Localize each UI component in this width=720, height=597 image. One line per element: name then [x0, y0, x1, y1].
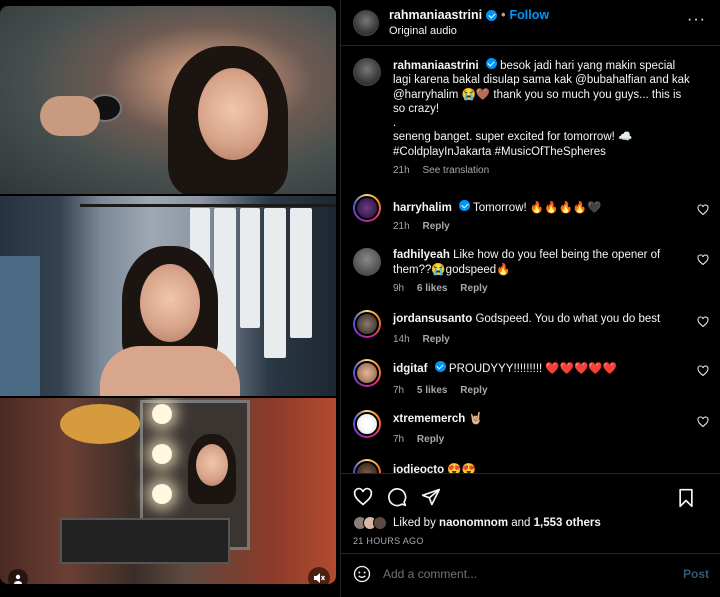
comment-username[interactable]: xtrememerch: [393, 413, 465, 425]
video-frame-bottom: [0, 398, 336, 584]
reply-button[interactable]: Reply: [460, 385, 487, 396]
comment-time[interactable]: 14h: [393, 334, 410, 345]
flowers: [60, 404, 140, 444]
comment-username[interactable]: harryhalim: [393, 202, 452, 214]
reply-button[interactable]: Reply: [422, 334, 449, 345]
commenter-avatar[interactable]: [353, 309, 381, 338]
caption-dot: .: [393, 117, 397, 130]
separator-dot: •: [501, 8, 506, 22]
mirror-light: [152, 404, 172, 424]
author-username[interactable]: rahmaniaastrini: [389, 8, 482, 22]
comment-likes[interactable]: 5 likes: [417, 385, 448, 396]
comment-time[interactable]: 9h: [393, 283, 404, 294]
cloth-item: [264, 208, 286, 358]
clothes-rack: [80, 204, 336, 207]
tagged-users-icon[interactable]: [8, 569, 28, 589]
face-shape: [196, 444, 228, 486]
like-comment-icon[interactable]: [697, 316, 709, 328]
muted-audio-icon[interactable]: [308, 567, 330, 589]
post-header: rahmaniaastrini • Follow Original audio …: [341, 0, 720, 46]
mirror-light: [152, 444, 172, 464]
video-frame-middle: [0, 196, 336, 396]
face-shape: [198, 68, 268, 160]
reply-button[interactable]: Reply: [417, 434, 444, 445]
author-avatar[interactable]: [353, 9, 379, 36]
comment-likes[interactable]: 6 likes: [417, 283, 448, 294]
reply-button[interactable]: Reply: [422, 221, 449, 232]
like-comment-icon[interactable]: [697, 416, 709, 428]
post-date[interactable]: 21 HOURS AGO: [353, 536, 709, 546]
comment-item: idgitaf PROUDYYY!!!!!!!!! ❤️❤️❤️❤️❤️ 7h …: [353, 359, 709, 396]
verified-icon: [434, 361, 446, 373]
like-comment-icon[interactable]: [697, 204, 709, 216]
cloth-item: [240, 208, 260, 328]
comment-text: Tomorrow! 🔥🔥🔥🔥🖤: [473, 202, 602, 215]
original-audio-link[interactable]: Original audio: [389, 25, 549, 37]
reply-button[interactable]: Reply: [460, 283, 487, 294]
post-actions: Liked by naonomnom and 1,553 others 21 H…: [341, 473, 720, 593]
caption-username[interactable]: rahmaniaastrini: [393, 60, 479, 72]
post-details-panel: rahmaniaastrini • Follow Original audio …: [340, 0, 720, 597]
like-comment-icon[interactable]: [697, 254, 709, 266]
commenter-avatar[interactable]: [353, 248, 381, 277]
add-comment-bar: Post: [341, 553, 720, 593]
comment-item: jordansusanto Godspeed. You do what you …: [353, 309, 709, 345]
see-translation-link[interactable]: See translation: [422, 165, 489, 176]
comment-text: PROUDYYY!!!!!!!!! ❤️❤️❤️❤️❤️: [448, 363, 617, 376]
comment-item: xtrememerch 🤘🏼 7h Reply: [353, 409, 709, 445]
comment-time[interactable]: 7h: [393, 434, 404, 445]
cloth-item: [290, 208, 312, 338]
shoulders-shape: [100, 346, 240, 396]
hand-shape: [40, 96, 100, 136]
comment-item: jodieocto 😍😍: [353, 458, 709, 473]
post-comment-button[interactable]: Post: [683, 567, 709, 581]
commenter-avatar[interactable]: [353, 194, 381, 223]
comments-list[interactable]: rahmaniaastrini besok jadi hari yang mak…: [341, 47, 720, 473]
person-arm: [0, 256, 40, 396]
like-icon[interactable]: [353, 487, 373, 507]
comment-text: 😍😍: [447, 463, 476, 473]
author-avatar[interactable]: [353, 58, 381, 86]
add-comment-input[interactable]: [383, 566, 663, 581]
comment-time[interactable]: 7h: [393, 385, 404, 396]
like-comment-icon[interactable]: [697, 365, 709, 377]
verified-icon: [486, 9, 498, 21]
commenter-avatar[interactable]: [353, 458, 381, 473]
comment-item: harryhalim Tomorrow! 🔥🔥🔥🔥🖤 21h Reply: [353, 194, 709, 232]
share-icon[interactable]: [421, 487, 441, 507]
emoji-icon[interactable]: [353, 565, 371, 583]
mirror-light: [152, 484, 172, 504]
makeup-case: [60, 518, 230, 564]
comment-item: fadhilyeah Like how do you feel being th…: [353, 248, 709, 294]
comment-icon[interactable]: [387, 487, 407, 507]
face-shape: [140, 264, 200, 342]
more-icon[interactable]: ···: [687, 12, 706, 28]
comment-username[interactable]: idgitaf: [393, 363, 428, 375]
comment-username[interactable]: jordansusanto: [393, 313, 472, 325]
comment-text: 🤘🏼: [468, 412, 483, 425]
video-frame-top: [0, 6, 336, 194]
post-media[interactable]: [0, 0, 340, 597]
caption-hashtags[interactable]: #ColdplayInJakarta #MusicOfTheSpheres: [393, 145, 693, 159]
follow-button[interactable]: Follow: [509, 8, 549, 22]
caption-line2: seneng banget. super excited for tomorro…: [393, 131, 633, 144]
verified-icon: [459, 200, 471, 212]
comment-username[interactable]: jodieocto: [393, 464, 444, 473]
comment-username[interactable]: fadhilyeah: [393, 249, 450, 261]
verified-icon: [485, 58, 497, 69]
comment-time[interactable]: 21h: [393, 221, 410, 232]
comment-text: Godspeed. You do what you do best: [475, 312, 661, 325]
caption: rahmaniaastrini besok jadi hari yang mak…: [353, 47, 709, 176]
caption-time[interactable]: 21h: [393, 165, 410, 176]
save-icon[interactable]: [677, 488, 695, 508]
commenter-avatar[interactable]: [353, 359, 381, 388]
commenter-avatar[interactable]: [353, 409, 381, 438]
